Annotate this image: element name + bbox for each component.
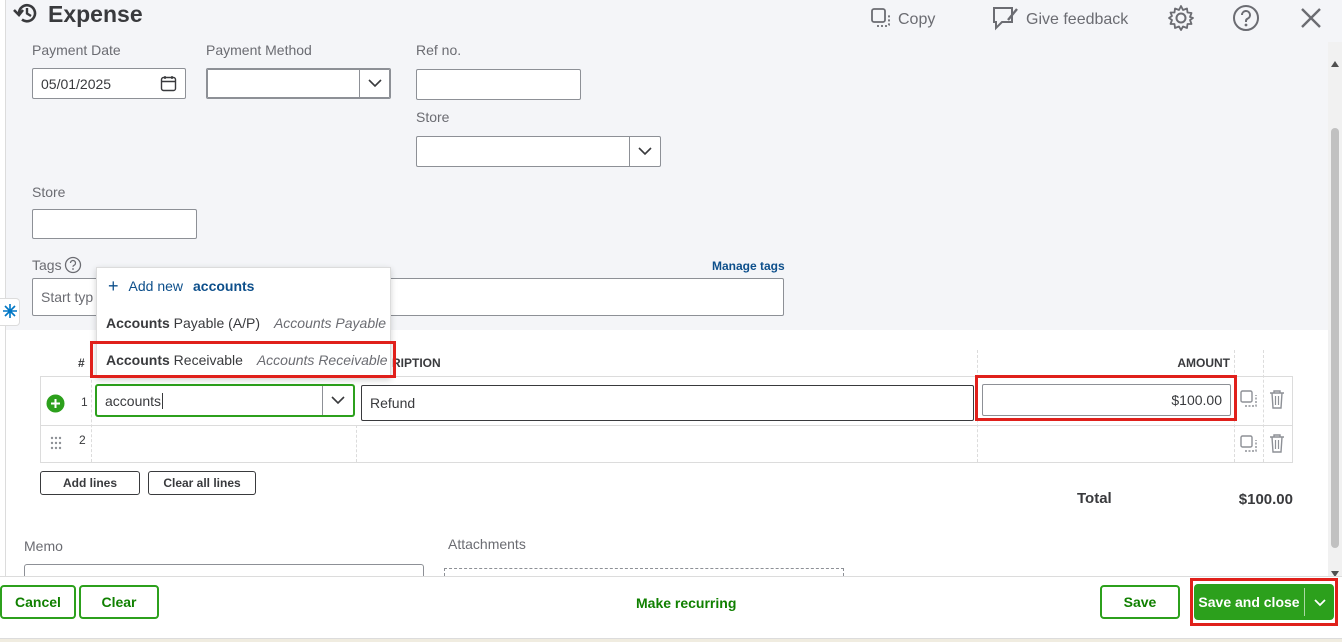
feedback-icon bbox=[990, 4, 1020, 37]
trash-icon[interactable] bbox=[1269, 433, 1285, 456]
table-row: 2 bbox=[40, 426, 1293, 462]
receivable-highlight bbox=[90, 341, 396, 378]
tags-placeholder: Start typ bbox=[41, 289, 94, 305]
calendar-icon[interactable] bbox=[160, 75, 177, 95]
help-icon bbox=[1231, 3, 1261, 38]
settings-button[interactable] bbox=[1166, 4, 1196, 36]
total-value: $100.00 bbox=[1238, 491, 1293, 508]
attachments-dropzone[interactable] bbox=[444, 568, 844, 576]
add-row-icon[interactable] bbox=[46, 394, 65, 416]
history-icon[interactable] bbox=[12, 0, 40, 29]
store-input-left[interactable] bbox=[32, 209, 197, 239]
col-number-text: # bbox=[78, 356, 85, 370]
add-new-prefix: Add new bbox=[128, 278, 183, 294]
item-name: Payable (A/P) bbox=[169, 315, 261, 331]
tags-label: Tags bbox=[32, 257, 62, 273]
account-select[interactable]: accounts bbox=[96, 385, 354, 416]
copy-icon bbox=[870, 7, 892, 34]
sparkle-icon bbox=[2, 303, 17, 321]
copy-label: Copy bbox=[898, 11, 936, 28]
header-bar: Expense Copy Give feedback bbox=[0, 0, 1342, 42]
help-button[interactable] bbox=[1231, 4, 1261, 36]
description-input[interactable]: Refund bbox=[361, 385, 974, 421]
close-button[interactable] bbox=[1298, 4, 1324, 36]
give-feedback-label: Give feedback bbox=[1026, 11, 1129, 28]
payment-method-label: Payment Method bbox=[206, 42, 312, 58]
add-lines-button[interactable]: Add lines bbox=[40, 471, 140, 495]
store-label-right: Store bbox=[416, 109, 450, 125]
col-amount-text: AMOUNT bbox=[1177, 356, 1230, 370]
store-label-left: Store bbox=[32, 184, 66, 200]
clear-all-lines-button[interactable]: Clear all lines bbox=[148, 471, 256, 495]
amount-highlight bbox=[975, 375, 1237, 421]
add-new-account-option[interactable]: + Add new accounts bbox=[108, 277, 254, 295]
text-cursor bbox=[162, 392, 164, 409]
scrollbar[interactable] bbox=[1328, 42, 1342, 577]
payment-date-value: 05/01/2025 bbox=[41, 75, 112, 92]
page-title-group: Expense bbox=[12, 0, 143, 28]
manage-tags-link[interactable]: Manage tags bbox=[712, 259, 785, 273]
gear-icon bbox=[1166, 3, 1196, 38]
payment-date-label: Payment Date bbox=[32, 42, 121, 58]
add-new-term: accounts bbox=[193, 278, 255, 294]
chevron-down-icon[interactable] bbox=[359, 69, 390, 98]
bottom-edge bbox=[0, 638, 1342, 642]
drag-handle-icon[interactable] bbox=[50, 436, 62, 453]
make-recurring-link[interactable]: Make recurring bbox=[636, 595, 736, 611]
duplicate-row-icon[interactable] bbox=[1240, 435, 1258, 456]
memo-label: Memo bbox=[24, 538, 63, 554]
description-value: Refund bbox=[370, 395, 416, 411]
payment-method-select[interactable] bbox=[206, 68, 391, 99]
trash-icon[interactable] bbox=[1269, 389, 1285, 412]
item-type: Accounts Payable bbox=[273, 315, 387, 331]
col-header-description: RIPTION bbox=[392, 350, 492, 376]
save-button[interactable]: Save bbox=[1100, 585, 1180, 619]
cancel-button[interactable]: Cancel bbox=[0, 585, 76, 619]
attachments-label: Attachments bbox=[448, 536, 526, 552]
plus-icon: + bbox=[108, 276, 119, 296]
total-label: Total bbox=[1077, 490, 1112, 507]
ref-no-label: Ref no. bbox=[416, 42, 462, 58]
row-number: 1 bbox=[81, 395, 88, 409]
row-number: 2 bbox=[79, 433, 86, 447]
close-icon bbox=[1298, 5, 1324, 36]
scrollbar-thumb[interactable] bbox=[1331, 128, 1339, 548]
col-description-text: RIPTION bbox=[392, 356, 441, 370]
chevron-down-icon[interactable] bbox=[629, 137, 660, 166]
scroll-up-arrow-icon[interactable] bbox=[1331, 54, 1339, 70]
duplicate-row-icon[interactable] bbox=[1240, 390, 1258, 411]
store-select-right[interactable] bbox=[416, 136, 661, 167]
save-and-close-highlight bbox=[1190, 578, 1338, 626]
page-title: Expense bbox=[48, 0, 143, 27]
give-feedback-button[interactable]: Give feedback bbox=[990, 4, 1128, 36]
ref-no-input[interactable] bbox=[416, 69, 581, 100]
account-input-text: accounts bbox=[105, 392, 162, 409]
side-assistant-button[interactable] bbox=[0, 298, 20, 326]
match-text: Accounts bbox=[106, 315, 170, 331]
memo-textarea[interactable] bbox=[24, 564, 424, 576]
clear-button[interactable]: Clear bbox=[79, 585, 159, 619]
help-circle-icon[interactable] bbox=[64, 256, 82, 277]
chevron-down-icon[interactable] bbox=[322, 386, 353, 415]
dropdown-item-accounts-payable[interactable]: Accounts Payable (A/P) Accounts Payable bbox=[106, 315, 386, 331]
payment-date-input[interactable]: 05/01/2025 bbox=[32, 68, 186, 99]
col-header-amount: AMOUNT bbox=[978, 350, 1230, 376]
row-divider bbox=[40, 462, 1293, 463]
copy-button[interactable]: Copy bbox=[870, 4, 935, 36]
